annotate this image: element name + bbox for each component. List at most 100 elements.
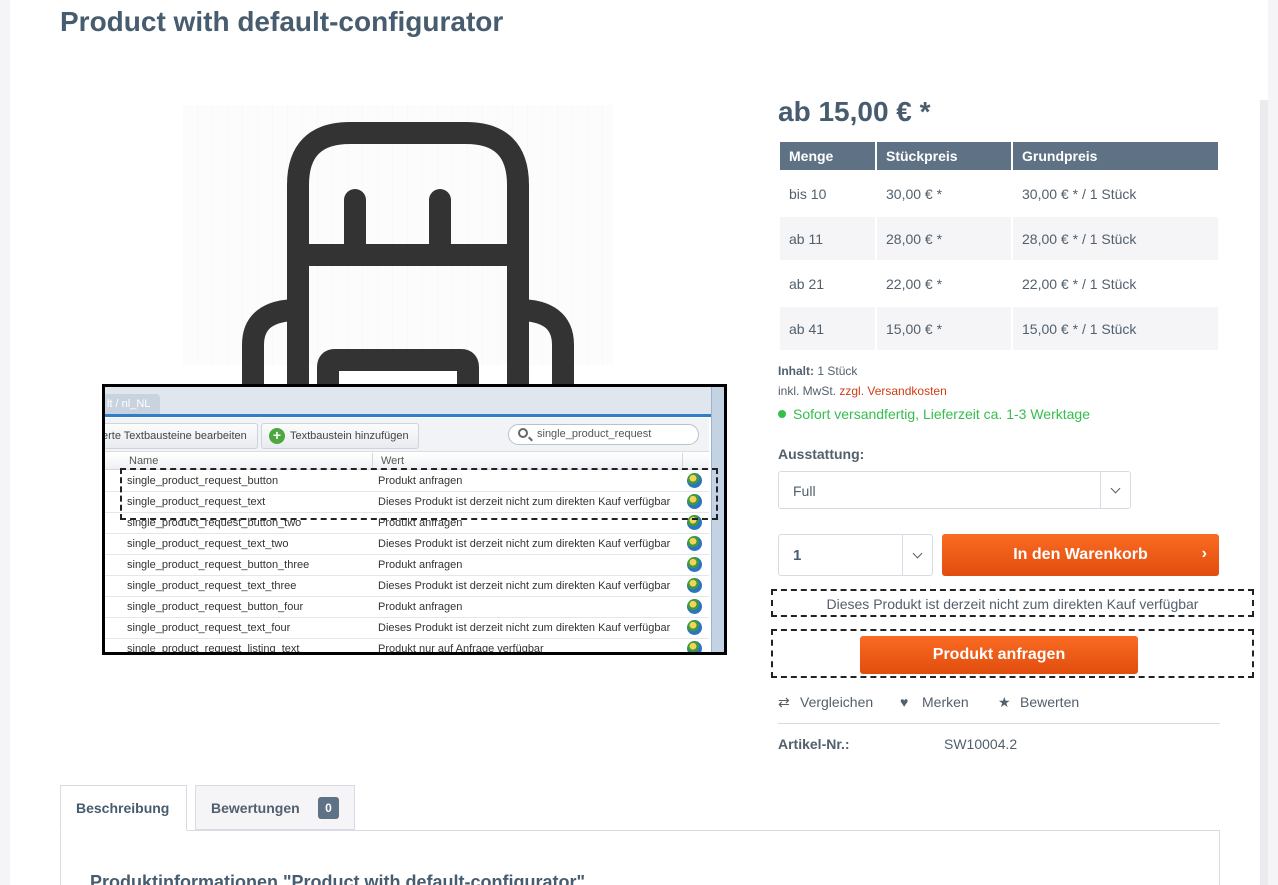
inset-tab-underline [105, 414, 711, 417]
tax-info: inkl. MwSt. zzgl. Versandkosten [778, 384, 947, 398]
edit-snippets-button[interactable]: erte Textbausteine bearbeiten [105, 423, 258, 449]
inset-tab[interactable]: lt / nl_NL [105, 394, 160, 415]
remember-label: Merken [922, 694, 969, 710]
chevron-down-icon [912, 548, 923, 559]
table-row[interactable]: single_product_request_button_four Produk… [105, 597, 709, 618]
row-name: single_product_request_button_four [127, 601, 304, 613]
table-row[interactable]: single_product_request_listing_text Produ… [105, 639, 709, 655]
tab-reviews[interactable]: Bewertungen 0 [195, 785, 355, 830]
reviews-count-badge: 0 [318, 797, 339, 819]
chevron-right-icon: › [1201, 545, 1207, 562]
compare-action[interactable]: ⇄ Vergleichen [778, 694, 873, 711]
globe-icon[interactable] [687, 578, 702, 593]
status-dot-icon [778, 410, 786, 418]
row-value: Dieses Produkt ist derzeit nicht zum dir… [378, 580, 671, 592]
row-name: single_product_request_button_three [127, 559, 310, 571]
row-name: single_product_request_text_three [127, 580, 297, 592]
request-notice-box: Dieses Produkt ist derzeit nicht zum dir… [771, 589, 1254, 617]
unit-price-cell: 28,00 € * [877, 217, 1011, 260]
delivery-info: Sofort versandfertig, Lieferzeit ca. 1-3… [778, 406, 1090, 422]
quantity-arrow[interactable] [902, 535, 932, 575]
product-title: Product with default-configurator [60, 6, 504, 37]
quantity-cell: ab 21 [789, 275, 825, 292]
unit-price-cell: 22,00 € * [886, 275, 943, 292]
table-row: ab 21 22,00 € * 22,00 € * / 1 Stück [780, 262, 1218, 305]
plus-icon: + [269, 428, 285, 444]
article-number-value: SW10004.2 [944, 736, 1018, 752]
table-row[interactable]: single_product_request_text_four Dieses P… [105, 618, 709, 639]
request-button-box: Produkt anfragen [771, 629, 1254, 678]
snippet-search-input[interactable]: single_product_request [508, 424, 699, 445]
add-snippet-label: Textbaustein hinzufügen [290, 430, 409, 442]
content-label: Inhalt: [778, 364, 814, 378]
tab-description[interactable]: Beschreibung [60, 785, 187, 831]
column-name[interactable]: Name [129, 455, 158, 467]
inset-scrollbar[interactable] [711, 387, 724, 652]
row-value: Produkt nur auf Anfrage verfügbar [378, 643, 544, 655]
content-info: Inhalt: 1 Stück [778, 364, 857, 378]
row-name: single_product_request_text_two [127, 538, 289, 550]
product-request-button[interactable]: Produkt anfragen [860, 636, 1138, 674]
table-row[interactable]: single_product_request_text_two Dieses Pr… [105, 534, 709, 555]
quantity-cell: ab 11 [780, 217, 875, 260]
quantity-select[interactable]: 1 [778, 534, 933, 576]
chevron-down-icon [1110, 483, 1121, 494]
product-price: ab 15,00 € * [778, 96, 931, 127]
header-quantity: Menge [780, 142, 875, 170]
base-price-cell: 15,00 € * / 1 Stück [1013, 307, 1218, 350]
search-value: single_product_request [537, 428, 652, 440]
search-icon [518, 428, 528, 438]
globe-icon[interactable] [687, 641, 702, 652]
table-row: bis 10 30,00 € * 30,00 € * / 1 Stück [780, 172, 1218, 215]
add-to-cart-label: In den Warenkorb [1013, 546, 1148, 563]
tab-reviews-label: Bewertungen [211, 800, 300, 816]
request-notice: Dieses Produkt ist derzeit nicht zum dir… [826, 596, 1199, 612]
highlight-box [120, 468, 718, 520]
compare-label: Vergleichen [800, 694, 874, 710]
column-value[interactable]: Wert [381, 455, 404, 467]
row-value: Produkt anfragen [378, 559, 463, 571]
header-base-price: Grundpreis [1013, 142, 1218, 170]
globe-icon[interactable] [687, 620, 702, 635]
option-label: Ausstattung: [778, 446, 865, 462]
table-row[interactable]: single_product_request_button_three Produ… [105, 555, 709, 576]
heart-icon: ♥ [900, 694, 909, 710]
globe-icon[interactable] [687, 557, 702, 572]
block-price-table: Menge Stückpreis Grundpreis bis 10 30,00… [778, 140, 1220, 352]
globe-icon[interactable] [687, 599, 702, 614]
quantity-value: 1 [793, 547, 802, 564]
add-to-cart-button[interactable]: In den Warenkorb › [942, 534, 1219, 576]
option-select[interactable]: Full [778, 471, 1131, 509]
remember-action[interactable]: ♥ Merken [900, 694, 969, 710]
page-scrollbar[interactable] [1260, 100, 1268, 885]
unit-price-cell: 15,00 € * [877, 307, 1011, 350]
content-value: 1 Stück [817, 364, 858, 378]
row-name: single_product_request_listing_text [127, 643, 300, 655]
product-image[interactable] [183, 105, 613, 385]
add-snippet-button[interactable]: + Textbaustein hinzufügen [261, 423, 419, 449]
star-icon: ★ [998, 694, 1011, 710]
base-price-cell: 22,00 € * / 1 Stück [1022, 275, 1137, 292]
rate-label: Bewerten [1020, 694, 1080, 710]
row-value: Dieses Produkt ist derzeit nicht zum dir… [378, 622, 671, 634]
quantity-cell: bis 10 [789, 185, 827, 202]
quantity-cell: ab 41 [780, 307, 875, 350]
backpack-icon [242, 122, 574, 385]
article-number-label: Artikel-Nr.: [778, 736, 850, 752]
row-value: Dieses Produkt ist derzeit nicht zum dir… [378, 538, 671, 550]
snippet-manager-screenshot: lt / nl_NL erte Textbausteine bearbeiten… [102, 384, 727, 655]
inset-tabstrip: lt / nl_NL [105, 387, 724, 417]
delivery-text: Sofort versandfertig, Lieferzeit ca. 1-3… [793, 406, 1090, 422]
compare-arrows-icon: ⇄ [778, 694, 790, 710]
shipping-costs-link[interactable]: zzgl. Versandkosten [839, 384, 946, 398]
divider [778, 723, 1220, 724]
select-arrow[interactable] [1100, 472, 1130, 508]
tabs-divider [60, 830, 1220, 831]
unit-price-cell: 30,00 € * [886, 185, 943, 202]
description-heading: Produktinformationen "Product with defau… [90, 872, 586, 885]
table-row[interactable]: single_product_request_text_three Dieses … [105, 576, 709, 597]
globe-icon[interactable] [687, 536, 702, 551]
base-price-cell: 28,00 € * / 1 Stück [1013, 217, 1218, 260]
rate-action[interactable]: ★ Bewerten [998, 694, 1079, 711]
row-name: single_product_request_text_four [127, 622, 291, 634]
